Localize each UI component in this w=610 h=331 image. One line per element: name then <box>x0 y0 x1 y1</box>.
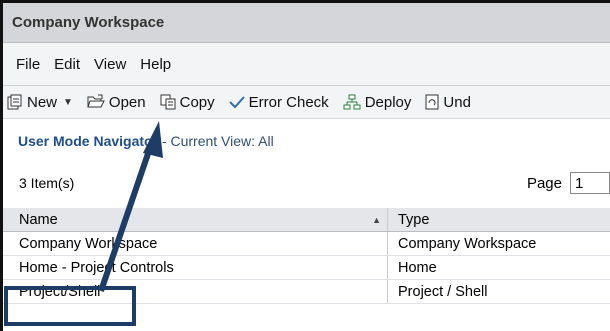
page-label: Page <box>526 174 562 192</box>
error-check-label: Error Check <box>248 93 329 111</box>
new-label: New <box>27 93 58 111</box>
copy-label: Copy <box>179 93 215 111</box>
new-button[interactable]: New ▼ <box>7 94 73 111</box>
row-name-cell[interactable]: Home - Project Controls <box>3 256 388 279</box>
navigator-header: User Mode Navigator - Current View: All <box>18 133 274 149</box>
chevron-down-icon[interactable]: ▼ <box>63 97 73 108</box>
toolbar: New ▼ Open Copy Error Check Deploy Und <box>3 86 610 119</box>
row-type-cell[interactable]: Company Workspace <box>388 232 610 255</box>
deploy-icon <box>343 94 361 110</box>
table-row[interactable]: Home - Project Controls Home <box>3 256 610 280</box>
column-type-label: Type <box>398 211 430 228</box>
window-title: Company Workspace <box>12 14 165 31</box>
undo-icon <box>425 94 439 110</box>
open-button[interactable]: Open <box>87 94 146 111</box>
window-title-bar: Company Workspace <box>3 3 610 43</box>
pager: Page <box>527 172 610 194</box>
copy-button[interactable]: Copy <box>160 94 215 111</box>
highlight-box-annotation <box>4 286 136 326</box>
menu-help[interactable]: Help <box>133 56 178 73</box>
new-document-icon <box>7 94 22 110</box>
open-label: Open <box>108 93 146 111</box>
current-view-label: - Current View: All <box>161 133 274 149</box>
list-info-row: 3 Item(s) Page <box>3 168 610 198</box>
menu-bar: File Edit View Help <box>3 43 610 86</box>
undo-label: Und <box>443 93 471 111</box>
table-row[interactable]: Company Workspace Company Workspace <box>3 232 610 256</box>
deploy-label: Deploy <box>364 93 412 111</box>
column-header-name[interactable]: Name ▲ <box>3 208 388 231</box>
row-type-cell[interactable]: Project / Shell <box>388 280 610 303</box>
menu-view[interactable]: View <box>87 56 133 73</box>
row-type-cell[interactable]: Home <box>388 256 610 279</box>
menu-edit[interactable]: Edit <box>47 56 87 73</box>
navigator-title: User Mode Navigator <box>18 133 159 149</box>
copy-icon <box>160 94 176 110</box>
row-name-cell[interactable]: Company Workspace <box>3 232 388 255</box>
deploy-button[interactable]: Deploy <box>343 93 412 111</box>
menu-file[interactable]: File <box>9 56 47 73</box>
sort-ascending-icon[interactable]: ▲ <box>372 215 381 225</box>
error-check-button[interactable]: Error Check <box>228 93 329 111</box>
folder-open-icon <box>87 94 105 108</box>
page-number-input[interactable] <box>570 172 610 194</box>
item-count: 3 Item(s) <box>19 175 75 191</box>
column-header-type[interactable]: Type <box>388 208 610 231</box>
table-header-row: Name ▲ Type <box>3 208 610 232</box>
column-name-label: Name <box>19 211 58 228</box>
undo-button[interactable]: Und <box>425 94 471 111</box>
checkmark-icon <box>228 96 245 109</box>
